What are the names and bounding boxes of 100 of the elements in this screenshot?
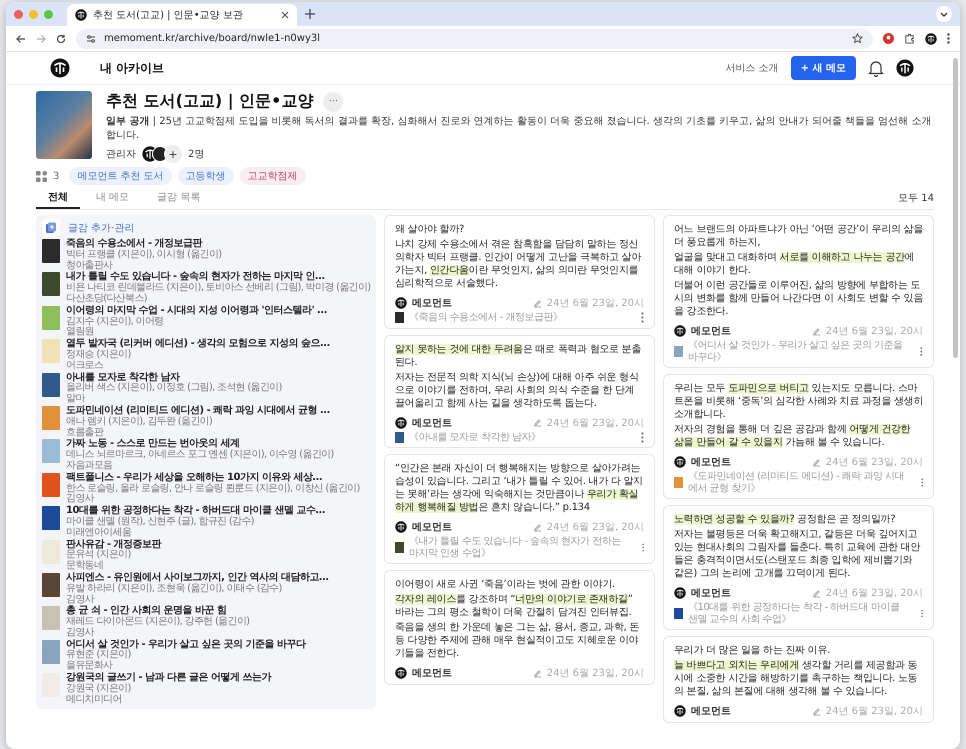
memo-author: 메모먼트	[691, 456, 731, 469]
author-avatar-icon	[395, 297, 407, 309]
add-material-icon[interactable]	[42, 219, 60, 237]
reload-icon[interactable]	[56, 34, 66, 44]
book-item[interactable]: 판사유감 - 개정증보판 문유석 (지은이) 문학동네	[42, 540, 370, 572]
tab[interactable]: 글감 목록	[145, 187, 212, 209]
book-item[interactable]: 사피엔스 - 유인원에서 사이보그까지, 인간 역사의 대담하고… 유발 하라리 (지은이), 조현욱 (옮긴이), 이태수 (감수) 김영사	[42, 572, 370, 606]
book-item[interactable]: 이어령의 마지막 수업 - 시대의 지성 이어령과 '인터스텔라' … 김지수 (지은이), 이어령 열림원	[42, 306, 370, 338]
more-vertical-icon[interactable]	[642, 542, 644, 553]
book-publisher: 문학동네	[66, 561, 104, 572]
book-item[interactable]: 어디서 살 것인가 - 우리가 살고 싶은 곳의 기준을 바꾸다 유현준 (지은이) 을유문화사	[42, 640, 370, 672]
tag-chip[interactable]: 고등학생	[178, 167, 234, 185]
avatar-icon	[896, 59, 914, 77]
site-settings-icon[interactable]	[86, 34, 96, 44]
more-vertical-icon[interactable]	[920, 477, 923, 488]
book-publisher: 청아출판사	[66, 260, 114, 271]
book-authors: 올리버 색스 (지은이), 이정호 (그림), 조석현 (옮긴이)	[66, 383, 282, 394]
tab[interactable]: 내 메모	[84, 187, 142, 209]
memo-date: 24년 6월 23일, 20시	[826, 456, 923, 469]
scrollbar-thumb[interactable]	[953, 58, 958, 358]
url-text: memoment.kr/archive/board/nwle1-n0wy3l	[104, 33, 320, 44]
more-vertical-icon[interactable]	[947, 33, 950, 44]
more-vertical-icon[interactable]	[641, 432, 644, 443]
memo-paragraph: 우리는 모두 도파민으로 버티고 있는지도 모릅니다. 스마트폰을 비롯해 ‘중독’의 심각한 사례와 치료 과정을 생생히 소개합니다.	[674, 382, 923, 421]
profile-icon	[925, 32, 937, 44]
book-item[interactable]: 총 균 쇠 - 인간 사회의 운명을 바꾼 힘 재레드 다이아몬드 (지은이), 강주헌 (옮긴이) 김영사	[42, 606, 370, 639]
memo-paragraph: 알지 못하는 것에 대한 두려움은 때로 폭력과 혐오로 분출된다.	[395, 342, 642, 368]
more-vertical-icon[interactable]	[920, 608, 923, 619]
chevron-down-icon[interactable]	[936, 6, 952, 22]
new-tab-icon[interactable]	[305, 9, 315, 19]
book-publisher: 다산초당(다산북스)	[66, 294, 148, 305]
window-close-dot[interactable]	[14, 10, 23, 18]
book-publisher: 김영사	[66, 594, 96, 605]
tag-chip[interactable]: 고교학점제	[240, 167, 306, 185]
tag-chip[interactable]: 메모먼트 추천 도서	[69, 167, 172, 185]
more-vertical-icon[interactable]	[641, 312, 644, 324]
new-memo-button[interactable]: + 새 메모	[790, 56, 856, 80]
book-authors: 한스 로슬링, 올라 로슬링, 안나 로슬링 뢴룬드 (지은이), 이창신 (옮긴이)	[66, 484, 360, 494]
book-title: 어디서 살 것인가 - 우리가 살고 싶은 곳의 기준을 바꾸다	[66, 640, 306, 650]
book-cover-image	[42, 406, 60, 430]
book-title: 10대를 위한 공정하다는 착각 - 하버드대 마이클 샌델 교수…	[66, 506, 325, 516]
close-icon[interactable]	[281, 11, 289, 19]
add-material-link[interactable]: 글감 추가·관리	[68, 221, 134, 235]
book-cover-image	[42, 640, 60, 664]
book-publisher: 자음과모음	[66, 460, 114, 472]
add-manager-button[interactable]: +	[164, 145, 182, 163]
memo-card[interactable]: 이어령이 새로 사귄 ‘죽음’이라는 벗에 관한 이야기. 각자의 레이스를 강조하며 “너만의 이야기로 존재하길” 바라는 그의 평소 철학이 더욱 간절히 담겨진 인터뷰집. 죽음을 생의 한 가운데 놓은 그는 삶, 용서, 종교, 과학, 돈 등 다양한 주제에 관해 매우 현실적이고도 지혜로운 이야기들을 전한다. 메모먼트 24년 6월 23일, 20시	[384, 570, 655, 685]
book-authors: 김지수 (지은이), 이어령	[66, 316, 165, 327]
memo-card[interactable]: 우리가 더 많은 일을 하는 진짜 이유. 늘 바쁘다고 외치는 우리에게 생각할 거리를 제공함과 동시에 소중한 시간을 해방하기를 촉구하는 책입니다. 노동의 본질, 삶의 본질에 대해 생각해 볼 수 있습니다. 메모먼트 24년 6월 23일, 20시	[663, 636, 934, 723]
address-bar[interactable]: memoment.kr/archive/board/nwle1-n0wy3l	[76, 28, 873, 48]
book-title: 사피엔스 - 유인원에서 사이보그까지, 인간 역사의 대담하고…	[66, 572, 328, 583]
memo-card[interactable]: 왜 살아야 할까? 나치 강제 수용소에서 겪은 참혹함을 담담히 말하는 정신 의학자 빅터 프랭클. 인간이 어떻게 고난을 극복하고 살아가는지, 인간다움이란 무엇인지, 삶의 의미란 무엇인지를 심리학적으로 서술했다. 메모먼트 24년 6월 23일, 20시 《죽음의 수용소에서 - 개정보급판》	[384, 215, 655, 328]
more-button[interactable]: ···	[323, 92, 344, 112]
book-cover-image	[395, 542, 404, 553]
memo-author: 메모먼트	[412, 667, 452, 680]
book-authors: 정재승 (지은이)	[66, 350, 132, 360]
memo-card[interactable]	[663, 215, 934, 368]
book-item[interactable]: 팩트풀니스 - 우리가 세상을 오해하는 10가지 이유와 세상… 한스 로슬링, 올라 로슬링, 안나 로슬링 뢴룬드 (지은이), 이창신 (옮긴이) 김영사	[42, 472, 370, 506]
book-publisher: 김영사	[66, 494, 96, 505]
tab[interactable]: 전체	[36, 187, 80, 209]
back-arrow-icon[interactable]	[16, 34, 26, 44]
book-authors: 유현준 (지은이)	[66, 650, 131, 660]
book-item[interactable]: 10대를 위한 공정하다는 착각 - 하버드대 마이클 샌델 교수… 마이클 샌델 (원작), 신현주 (글), 함규진 (감수) 미래엔아이세움	[42, 506, 370, 539]
puzzle-icon[interactable]	[904, 33, 915, 44]
memo-date: 24년 6월 23일, 20시	[826, 705, 923, 718]
memo-paragraph: 각자의 레이스를 강조하며 “너만의 이야기로 존재하길” 바라는 그의 평소 철학이 더욱 간절히 담겨진 인터뷰집.	[395, 593, 634, 619]
edit-icon	[532, 298, 542, 308]
window-minimize-dot[interactable]	[29, 10, 38, 18]
memo-paragraph: 죽음을 생의 한 가운데 놓은 그는 삶, 용서, 종교, 과학, 돈 등 다양한 주제에 관해 매우 현실적이고도 지혜로운 이야기들을 전한다.	[395, 621, 640, 660]
browser-tab[interactable]: 추천 도서(고교) | 인문•교양 보관	[67, 4, 297, 26]
window-zoom-dot[interactable]	[44, 10, 53, 18]
pin-extension-icon[interactable]	[883, 33, 894, 44]
book-item[interactable]: 강원국의 글쓰기 - 남과 다른 글은 어떻게 쓰는가 강원국 (지은이) 메디치미디어	[42, 673, 370, 706]
book-item[interactable]: 가짜 노동 - 스스로 만드는 번아웃의 세계 데니스 뇌르마르크, 아네르스 포그 옌센 (지은이), 이수영 (옮긴이) 자음과모음	[42, 439, 370, 472]
more-vertical-icon[interactable]	[920, 346, 923, 357]
book-cover-image	[42, 540, 60, 564]
book-title: 총 균 쇠 - 인간 사회의 운명을 바꾼 힘	[66, 606, 227, 616]
book-title: 내가 틀릴 수도 있습니다 - 숲속의 현자가 전하는 마지막 인…	[66, 272, 326, 282]
memo-paragraph: 저자는 전문적 의학 지식(뇌 손상)에 대해 아주 쉬운 형식으로 이야기를 전하며, 우리 사회의 의식 수준을 한 단계 끌어올리고 함께 사는 길을 생각하도록 돕는다.	[395, 370, 640, 410]
book-authors: 데니스 뇌르마르크, 아네르스 포그 옌센 (지은이), 이수영 (옮긴이)	[66, 450, 334, 460]
book-item[interactable]: 내가 틀릴 수도 있습니다 - 숲속의 현자가 전하는 마지막 인… 비욘 나티코 린데블라드 (지은이), 토비아스 선베리 (그림), 박미경 (옮긴이) 다산초당(다산북스)	[42, 272, 370, 305]
memo-card[interactable]	[663, 505, 934, 630]
book-cover-image	[42, 572, 60, 597]
book-cover-image	[42, 306, 60, 330]
memo-card[interactable]: 알지 못하는 것에 대한 두려움은 때로 폭력과 혐오로 분출된다. 저자는 전문적 의학 지식(뇌 손상)에 대해 아주 쉬운 형식으로 이야기를 전하며, 우리 사회의 의식 수준을 한 단계 끌어올리고 함께 사는 길을 생각하도록 돕는다. 메모먼트 24년 6월 23일, 20시 《아내를 모자로 착각한 남자》	[384, 334, 655, 448]
memo-author: 메모먼트	[412, 416, 452, 430]
edit-icon	[812, 458, 821, 466]
book-item[interactable]: 죽음의 수용소에서 - 개정보급판 빅터 프랭클 (지은이), 이시형 (옮긴이) 청아출판사	[42, 239, 370, 272]
book-title: 도파민네이션 (리미티드 에디션) - 쾌락 과잉 시대에서 균형 …	[66, 406, 330, 416]
star-icon[interactable]	[852, 33, 863, 44]
book-cover-image	[42, 272, 60, 296]
memo-card[interactable]: “인간은 본래 자신이 더 행복해지는 방향으로 살아가려는 습성이 있습니다. 그리고 ‘내가 틀릴 수 있어. 내가 다 알지는 못해’라는 생각에 익숙해지는 것만큼이나 우리가 확실하게 행복해질 방법은 흔치 않습니다.” p.134 메모먼트 24년 6월 23일, 20시 《내가 틀릴 수도 있습니다 - 숲속의 현자가 전하는 마지막 인생 수업》	[384, 454, 655, 564]
book-item[interactable]: 열두 발자국 (리커버 에디션) - 생각의 모험으로 지성의 숲으… 정재승 (지은이) 어크로스	[42, 339, 370, 372]
bell-icon[interactable]	[868, 60, 884, 76]
service-intro-link[interactable]: 서비스 소개	[725, 61, 779, 75]
book-item[interactable]: 도파민네이션 (리미티드 에디션) - 쾌락 과잉 시대에서 균형 … 애나 렘키 (지은이), 김두완 (옮긴이) 흐름출판	[42, 406, 370, 438]
book-item[interactable]: 아내를 모자로 착각한 남자 올리버 색스 (지은이), 이정호 (그림), 조석현 (옮긴이) 알마	[42, 372, 370, 405]
edit-icon	[812, 706, 821, 716]
author-avatar-icon	[674, 705, 686, 717]
memo-card[interactable]: 우리는 모두 도파민으로 버티고 있는지도 모릅니다. 스마트폰을 비롯해 ‘중독’의 심각한 사례와 치료 과정을 생생히 소개합니다. 저자의 경험을 통해 더 깊은 공감과 함께 어떻게 건강한 삶을 만들어 갈 수 있을지 가늠해 볼 수 있습니다. 메모먼트 24년 6월 23일, 20시 《도파민네이션 (리미티드 에디션) - 쾌락 과잉 시대에서 균형 찾기》	[663, 374, 934, 499]
